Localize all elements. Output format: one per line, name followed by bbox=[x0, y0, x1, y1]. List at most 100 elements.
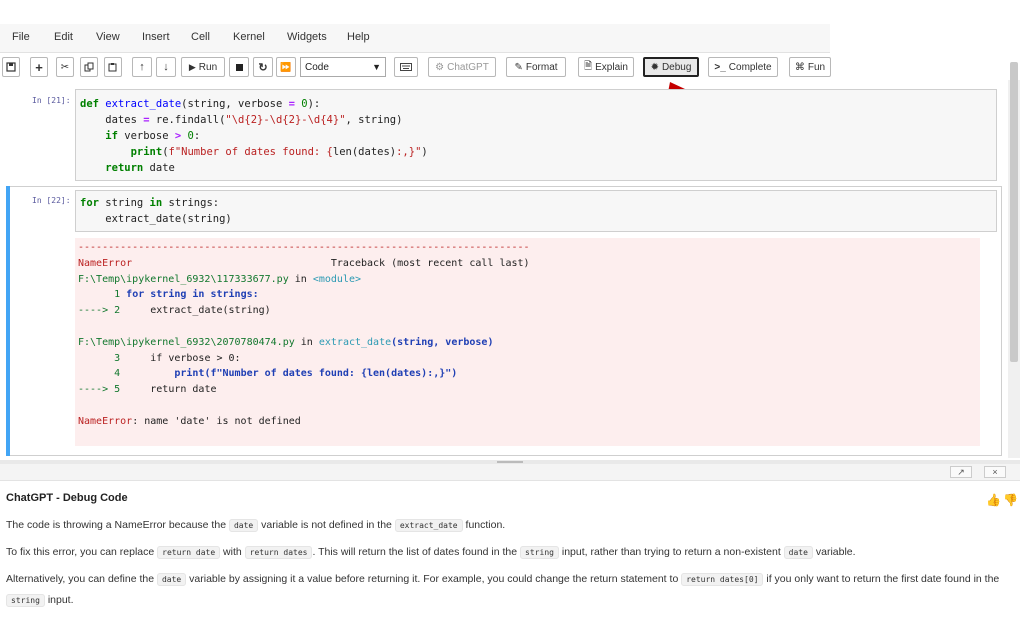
line-number: 3 bbox=[78, 352, 121, 364]
response-paragraph-2: To fix this error, you can replace retur… bbox=[6, 546, 856, 559]
traceback-file-1: F:\Temp\ipykernel_6932\117333677.py bbox=[78, 273, 289, 285]
in-word: in bbox=[294, 273, 307, 285]
fast-forward-icon: ⏩ bbox=[280, 61, 292, 72]
code-line: if verbose > 0: bbox=[120, 352, 241, 364]
toolbar: + ✂ ↑ ↓ ▶ Run ↻ ⏩ Code ▼ ⚙ ChatGPT ✎ For… bbox=[0, 55, 831, 79]
in-word: in bbox=[300, 336, 313, 348]
inline-code: date bbox=[783, 546, 813, 559]
plus-icon: + bbox=[35, 59, 43, 75]
format-button[interactable]: ✎ Format bbox=[506, 57, 566, 77]
fun-label: Fun bbox=[807, 61, 826, 73]
restart-icon: ↻ bbox=[258, 61, 268, 74]
menu-view[interactable]: View bbox=[96, 31, 120, 43]
cell-type-select[interactable]: Code ▼ bbox=[300, 57, 386, 77]
explain-label: Explain bbox=[595, 61, 628, 73]
code-cell-1[interactable]: def extract_date(string, verbose = 0): d… bbox=[75, 89, 997, 181]
chatgpt-button[interactable]: ⚙ ChatGPT bbox=[428, 57, 496, 77]
explain-button[interactable]: 🗎 Explain bbox=[578, 57, 634, 77]
chevron-down-icon: ▼ bbox=[372, 62, 381, 72]
keyboard-icon bbox=[400, 63, 412, 71]
traceback-file-2: F:\Temp\ipykernel_6932\2070780474.py bbox=[78, 336, 295, 348]
debug-button[interactable]: ✹ Debug bbox=[643, 57, 699, 77]
format-label: Format bbox=[525, 61, 558, 73]
command-palette-button[interactable] bbox=[394, 57, 418, 77]
traceback-header: Traceback (most recent call last) bbox=[330, 257, 530, 269]
complete-label: Complete bbox=[728, 61, 772, 73]
terminal-icon: >_ bbox=[714, 61, 726, 73]
document-icon: 🗎 bbox=[584, 60, 593, 72]
save-icon bbox=[6, 62, 16, 72]
inline-code: date bbox=[228, 519, 259, 532]
menu-kernel[interactable]: Kernel bbox=[233, 31, 265, 43]
thumbs-down-icon[interactable]: 👎 bbox=[1003, 493, 1018, 507]
popout-button[interactable]: ↗ bbox=[950, 466, 972, 478]
code-line: return date bbox=[120, 384, 217, 396]
menubar: File Edit View Insert Cell Kernel Widget… bbox=[0, 24, 830, 53]
close-icon: × bbox=[992, 467, 998, 477]
inline-code: string bbox=[6, 594, 45, 607]
restart-button[interactable]: ↻ bbox=[253, 57, 273, 77]
response-paragraph-3: Alternatively, you can define the date v… bbox=[6, 573, 1000, 607]
line-number: 1 bbox=[78, 289, 121, 301]
panel-header-bar bbox=[0, 464, 1020, 481]
scrollbar-thumb[interactable] bbox=[1010, 62, 1018, 362]
copy-button[interactable] bbox=[80, 57, 98, 77]
error-arrow: ----> 2 bbox=[78, 305, 121, 317]
menu-widgets[interactable]: Widgets bbox=[287, 31, 327, 43]
menu-insert[interactable]: Insert bbox=[142, 31, 170, 43]
menu-file[interactable]: File bbox=[12, 31, 30, 43]
final-error-message: : name 'date' is not defined bbox=[132, 415, 301, 427]
interrupt-button[interactable] bbox=[229, 57, 249, 77]
traceback-output: ----------------------------------------… bbox=[75, 238, 980, 446]
response-paragraph-1: The code is throwing a NameError because… bbox=[6, 519, 506, 532]
inline-code: extract_date bbox=[394, 519, 463, 532]
complete-button[interactable]: >_ Complete bbox=[708, 57, 778, 77]
fun-button[interactable]: ⌘ Fun bbox=[789, 57, 831, 77]
code-line: print(f"Number of dates found: {len(date… bbox=[120, 368, 458, 380]
paste-icon bbox=[108, 63, 117, 72]
error-name: NameError bbox=[78, 257, 133, 269]
arrow-down-icon: ↓ bbox=[163, 61, 169, 73]
menu-cell[interactable]: Cell bbox=[191, 31, 210, 43]
splitter-grip[interactable] bbox=[497, 461, 523, 463]
cell-prompt: In [21]: bbox=[32, 96, 71, 105]
traceback-module: <module> bbox=[312, 273, 361, 285]
arrow-up-icon: ↑ bbox=[139, 61, 145, 73]
menu-help[interactable]: Help bbox=[347, 31, 370, 43]
move-up-button[interactable]: ↑ bbox=[132, 57, 152, 77]
final-error-name: NameError bbox=[78, 415, 133, 427]
robot-icon: ⚙ bbox=[435, 61, 445, 73]
scissors-icon: ✂ bbox=[60, 61, 70, 73]
traceback-function: extract_date bbox=[318, 336, 392, 348]
run-label: Run bbox=[198, 61, 218, 73]
error-arrow: ----> 5 bbox=[78, 384, 121, 396]
cell-type-value: Code bbox=[305, 61, 329, 73]
run-button[interactable]: ▶ Run bbox=[181, 57, 225, 77]
panel-title: ChatGPT - Debug Code bbox=[6, 492, 128, 504]
code-cell-2[interactable]: for string in strings: extract_date(stri… bbox=[75, 190, 997, 232]
save-button[interactable] bbox=[2, 57, 20, 77]
move-down-button[interactable]: ↓ bbox=[156, 57, 176, 77]
paste-button[interactable] bbox=[104, 57, 122, 77]
pen-icon: ✎ bbox=[514, 61, 523, 73]
cut-button[interactable]: ✂ bbox=[56, 57, 74, 77]
inline-code: string bbox=[520, 546, 559, 559]
chatgpt-label: ChatGPT bbox=[447, 61, 489, 73]
traceback-args: (string, verbose) bbox=[391, 336, 494, 348]
debug-label: Debug bbox=[661, 61, 692, 73]
close-panel-button[interactable]: × bbox=[984, 466, 1006, 478]
inline-code: return dates[0] bbox=[681, 573, 764, 586]
add-cell-button[interactable]: + bbox=[30, 57, 48, 77]
popout-icon: ↗ bbox=[957, 466, 965, 477]
active-cell-indicator bbox=[6, 186, 10, 456]
menu-edit[interactable]: Edit bbox=[54, 31, 73, 43]
inline-code: return dates bbox=[244, 546, 313, 559]
stop-icon bbox=[235, 63, 243, 71]
cell-prompt: In [22]: bbox=[32, 196, 71, 205]
thumbs-up-icon[interactable]: 👍 bbox=[986, 493, 1001, 507]
play-icon: ▶ bbox=[188, 61, 196, 72]
traceback-divider: ----------------------------------------… bbox=[78, 242, 530, 253]
restart-run-all-button[interactable]: ⏩ bbox=[276, 57, 296, 77]
code-line: for string in strings: bbox=[120, 289, 259, 301]
line-number: 4 bbox=[78, 368, 121, 380]
